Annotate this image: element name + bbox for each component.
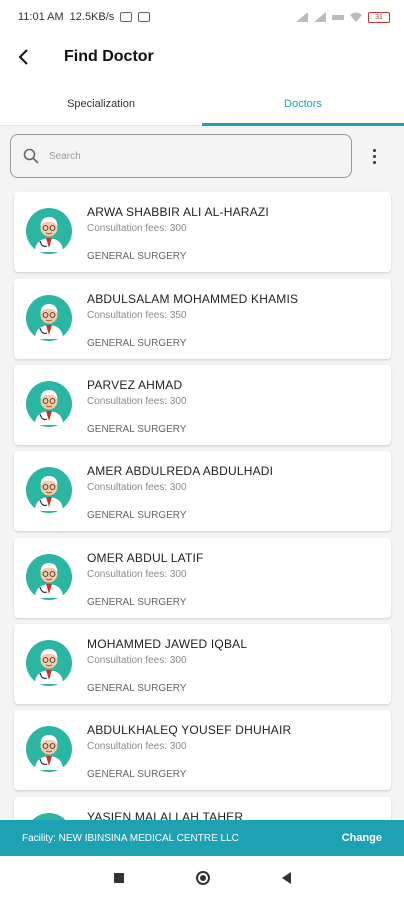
doctor-name: OMER ABDUL LATIF (87, 551, 204, 565)
kebab-dot (372, 148, 376, 152)
doctor-card[interactable]: YASIEN MALALLAH TAHER (14, 797, 391, 820)
battery-level: 31 (375, 13, 383, 21)
doctor-name: YASIEN MALALLAH TAHER (87, 810, 244, 820)
facility-bar: Facility: NEW IBINSINA MEDICAL CENTRE LL… (0, 820, 404, 856)
doctor-name: ABDULSALAM MOHAMMED KHAMIS (87, 292, 299, 306)
doctor-avatar-icon (26, 467, 72, 513)
doctor-fee: Consultation fees: 300 (87, 655, 187, 666)
home-button[interactable] (195, 871, 210, 885)
tab-bar: Specialization Doctors (0, 82, 404, 126)
status-time: 11:01 AM (18, 11, 64, 23)
doctor-avatar-icon (26, 295, 72, 341)
page-title: Find Doctor (64, 48, 154, 65)
doctor-fee: Consultation fees: 300 (87, 482, 187, 493)
doctor-specialization: GENERAL SURGERY (87, 769, 187, 780)
doctor-specialization: GENERAL SURGERY (87, 338, 187, 349)
doctor-specialization: GENERAL SURGERY (87, 424, 187, 435)
doctor-specialization: GENERAL SURGERY (87, 510, 187, 521)
more-options-icon[interactable] (364, 144, 384, 168)
doctor-specialization: GENERAL SURGERY (87, 251, 187, 262)
download-icon (120, 12, 133, 22)
recents-button[interactable] (113, 873, 124, 883)
doctor-avatar-icon (26, 726, 72, 772)
kebab-dot (372, 154, 376, 158)
doctor-card[interactable]: AMER ABDULREDA ABDULHADI Consultation fe… (14, 451, 391, 531)
status-bar: 11:01 AM 12.5KB/s 31 (0, 0, 404, 34)
doctor-avatar-icon (26, 640, 72, 686)
kebab-dot (372, 160, 376, 164)
doctor-card[interactable]: OMER ABDUL LATIF Consultation fees: 300 … (14, 538, 391, 618)
system-back-button[interactable] (281, 872, 291, 884)
app-bar: Find Doctor (0, 34, 404, 80)
doctor-card[interactable]: ABDULSALAM MOHAMMED KHAMIS Consultation … (14, 279, 391, 359)
doctor-name: PARVEZ AHMAD (87, 378, 183, 392)
doctor-fee: Consultation fees: 300 (87, 396, 187, 407)
tab-doctors[interactable]: Doctors (202, 82, 404, 126)
doctor-name: ABDULKHALEQ YOUSEF DHUHAIR (87, 723, 292, 737)
doctor-specialization: GENERAL SURGERY (87, 597, 187, 608)
search-box[interactable] (10, 134, 352, 178)
doctor-name: ARWA SHABBIR ALI AL-HARAZI (87, 205, 269, 219)
doctor-name: MOHAMMED JAWED IQBAL (87, 637, 248, 651)
system-nav-bar (0, 856, 404, 900)
vowifi-icon (332, 15, 344, 20)
wifi-icon (350, 12, 362, 22)
facility-label: Facility: NEW IBINSINA MEDICAL CENTRE LL… (22, 832, 239, 844)
signal-icon (296, 12, 308, 22)
search-input[interactable] (49, 150, 309, 162)
doctor-card[interactable]: ARWA SHABBIR ALI AL-HARAZI Consultation … (14, 192, 391, 272)
change-facility-button[interactable]: Change (342, 832, 382, 844)
doctor-fee: Consultation fees: 300 (87, 223, 187, 234)
search-icon (23, 148, 39, 164)
tab-specialization[interactable]: Specialization (0, 82, 202, 125)
doctor-specialization: GENERAL SURGERY (87, 683, 187, 694)
arrow-left-icon (18, 49, 28, 65)
doctor-card[interactable]: MOHAMMED JAWED IQBAL Consultation fees: … (14, 624, 391, 704)
doctor-avatar-icon (26, 381, 72, 427)
doctor-fee: Consultation fees: 300 (87, 741, 187, 752)
doctor-card[interactable]: PARVEZ AHMAD Consultation fees: 300 GENE… (14, 365, 391, 445)
battery-icon: 31 (368, 11, 390, 23)
doctor-card[interactable]: ABDULKHALEQ YOUSEF DHUHAIR Consultation … (14, 710, 391, 790)
notification-icon (138, 12, 151, 22)
doctor-name: AMER ABDULREDA ABDULHADI (87, 464, 274, 478)
doctor-list: ARWA SHABBIR ALI AL-HARAZI Consultation … (0, 186, 404, 820)
doctor-avatar-icon (32, 813, 66, 820)
status-speed: 12.5KB/s (69, 11, 115, 23)
back-button[interactable] (4, 37, 44, 77)
doctor-avatar-icon (26, 208, 72, 254)
doctor-avatar-icon (26, 554, 72, 600)
doctor-fee: Consultation fees: 300 (87, 569, 187, 580)
signal-icon-2 (314, 12, 326, 22)
doctor-fee: Consultation fees: 350 (87, 310, 187, 321)
search-row (0, 126, 404, 186)
